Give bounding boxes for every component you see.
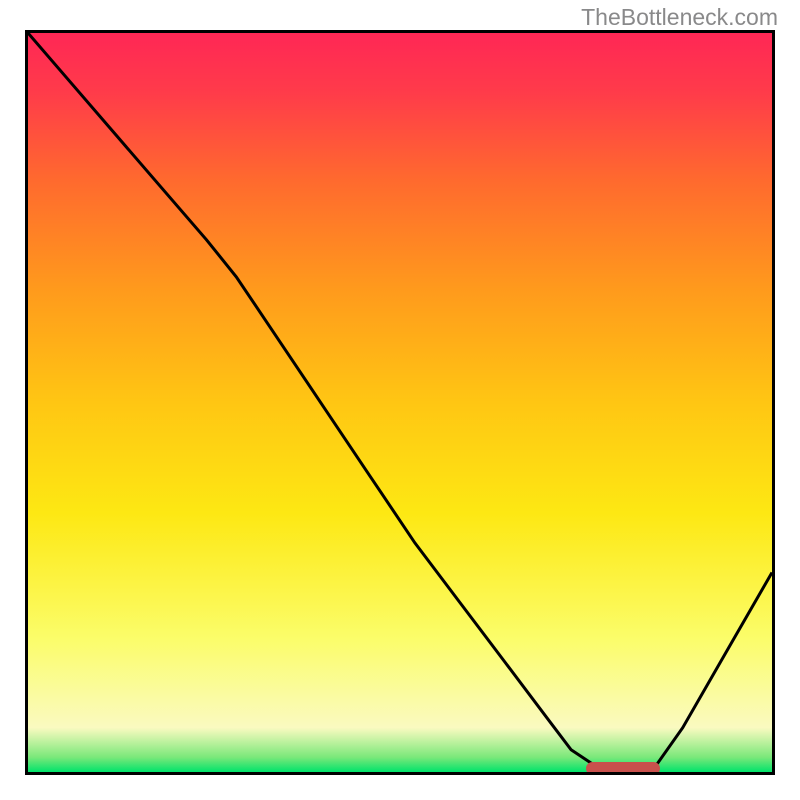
watermark-text: TheBottleneck.com — [581, 4, 778, 31]
optimal-range-marker — [586, 762, 660, 775]
figure-root: TheBottleneck.com — [0, 0, 800, 800]
curve-layer — [28, 33, 772, 772]
bottleneck-curve — [28, 33, 772, 770]
plot-area — [25, 30, 775, 775]
